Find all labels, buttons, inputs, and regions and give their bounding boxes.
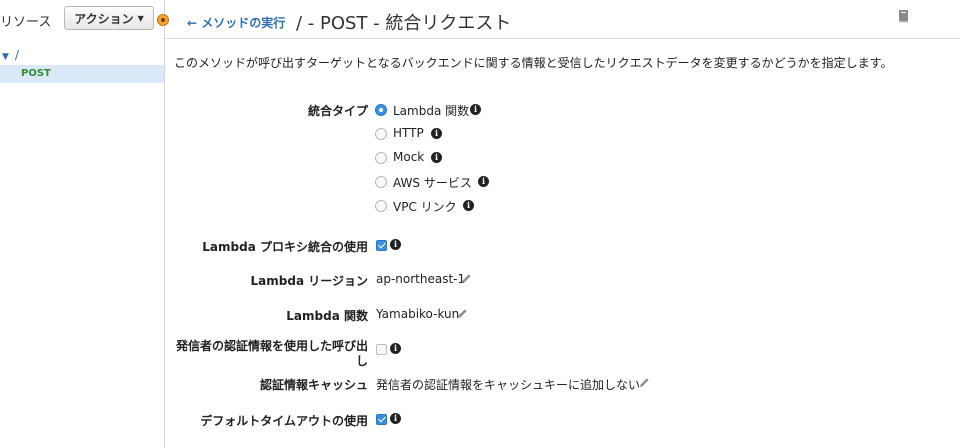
actions-button-label: アクション (74, 11, 134, 26)
info-icon[interactable]: i (390, 413, 401, 424)
default-timeout-checkbox[interactable] (376, 414, 387, 425)
option-lambda-function-label: Lambda 関数 (393, 104, 470, 118)
credentials-cache-label: 認証情報キャッシュ (259, 378, 368, 392)
caller-credentials-checkbox[interactable] (376, 344, 387, 355)
pencil-icon[interactable] (461, 273, 472, 284)
info-icon[interactable]: i (463, 200, 474, 211)
info-icon[interactable]: i (390, 343, 401, 354)
radio-aws-service[interactable] (375, 176, 387, 188)
lambda-proxy-label: Lambda プロキシ統合の使用 (202, 240, 368, 254)
back-to-method-execution-link[interactable]: ← メソッドの実行 (187, 14, 285, 31)
option-http-label: HTTP (393, 126, 424, 140)
radio-vpc-link[interactable] (375, 200, 387, 212)
default-timeout-label: デフォルトタイムアウトの使用 (200, 414, 368, 428)
option-mock-label: Mock (393, 150, 425, 164)
tree-item-post[interactable]: POST (0, 65, 164, 83)
integration-type-label: 統合タイプ (307, 104, 368, 118)
radio-http[interactable] (375, 128, 387, 140)
info-icon[interactable]: i (431, 152, 442, 163)
pencil-icon[interactable] (457, 308, 468, 319)
tree-item-root[interactable]: ▼ / (2, 48, 19, 62)
info-icon[interactable]: i (470, 104, 481, 115)
info-icon[interactable]: i (390, 239, 401, 250)
caller-credentials-label: 発信者の認証情報を使用した呼び出 し (176, 339, 368, 369)
arrow-left-icon: ← (187, 16, 198, 30)
actions-dropdown-button[interactable]: アクション ▼ (64, 6, 154, 30)
tree-post-label: POST (21, 68, 51, 79)
sidebar-header: リソース アクション ▼ (0, 0, 164, 38)
lambda-function-value: Yamabiko-kun (376, 307, 460, 321)
book-icon[interactable] (896, 8, 912, 24)
info-icon[interactable]: i (478, 176, 489, 187)
radio-lambda-function[interactable] (375, 104, 387, 116)
resources-sidebar: リソース アクション ▼ ▼ / POST (0, 0, 165, 448)
caller-credentials-label-line2: し (355, 354, 368, 368)
option-aws-service-label: AWS サービス (393, 176, 472, 190)
page-description: このメソッドが呼び出すターゲットとなるバックエンドに関する情報と受信したリクエス… (174, 56, 893, 70)
back-link-label: メソッドの実行 (201, 16, 286, 30)
lambda-region-value: ap-northeast-1 (376, 272, 466, 286)
lambda-proxy-checkbox[interactable] (376, 240, 387, 251)
radio-mock[interactable] (375, 152, 387, 164)
tree-root-label: / (14, 48, 19, 62)
lambda-region-label: Lambda リージョン (250, 274, 368, 288)
lambda-function-label: Lambda 関数 (286, 309, 368, 323)
caret-down-icon: ▼ (137, 13, 144, 23)
sidebar-title: リソース (0, 15, 52, 30)
caller-credentials-label-line1: 発信者の認証情報を使用した呼び出 (175, 339, 368, 353)
pencil-icon[interactable] (639, 377, 650, 388)
tree-expand-icon[interactable]: ▼ (2, 52, 9, 62)
option-vpc-link-label: VPC リンク (393, 200, 457, 214)
credentials-cache-value: 発信者の認証情報をキャッシュキーに追加しない (376, 378, 641, 392)
page-header: ← メソッドの実行 / - POST - 統合リクエスト (165, 0, 960, 39)
page-title: / - POST - 統合リクエスト (296, 13, 512, 34)
info-icon[interactable]: i (431, 128, 442, 139)
